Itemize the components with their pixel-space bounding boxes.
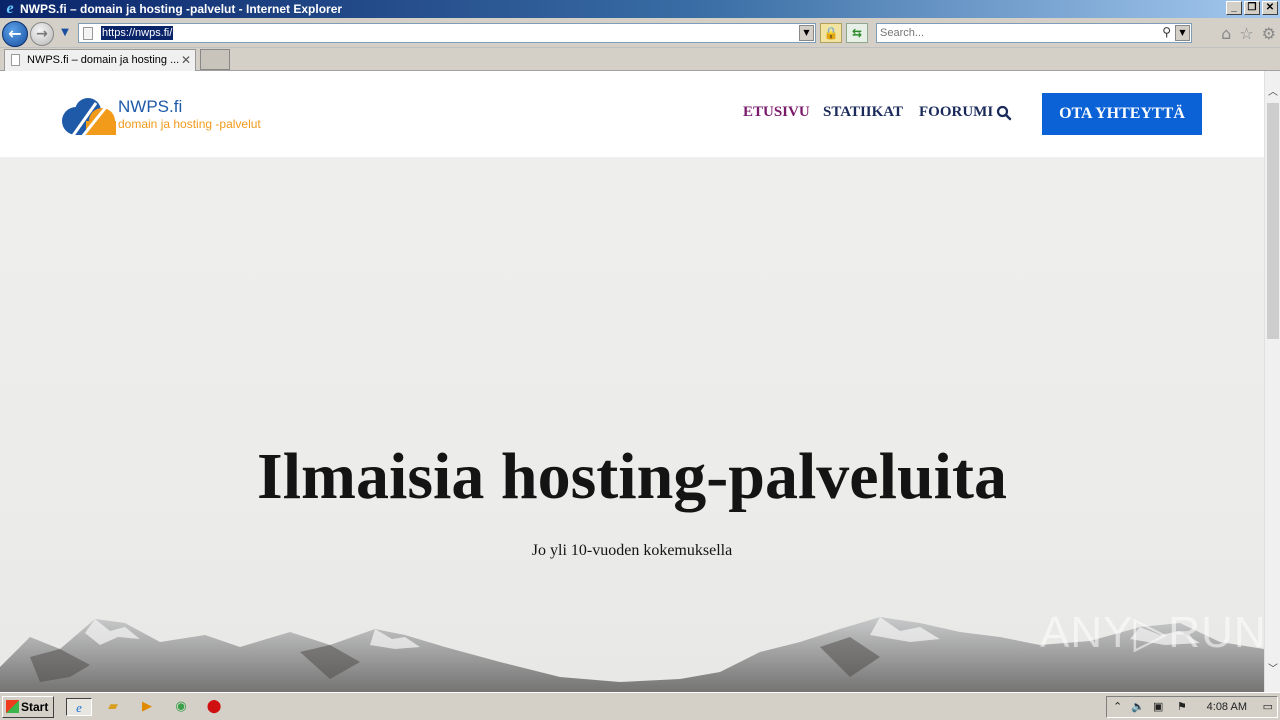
scrollbar-thumb[interactable]: [1267, 103, 1279, 339]
start-label: Start: [21, 700, 49, 714]
site-logo[interactable]: NWPS.fi domain ja hosting -palvelut: [62, 95, 282, 137]
window-title: NWPS.fi – domain ja hosting -palvelut - …: [20, 2, 343, 16]
media-player-icon[interactable]: ▶: [137, 698, 157, 716]
browser-tools: ⌂ ☆ ⚙: [1221, 24, 1276, 43]
restore-button[interactable]: ❐: [1244, 1, 1260, 15]
window-controls: _ ❐ ✕: [1226, 1, 1278, 15]
tab-close-icon[interactable]: ✕: [181, 50, 191, 70]
address-url[interactable]: https://nwps.fi/: [101, 26, 174, 40]
taskbar: Start e ▰ ▶ ◉ ⬤ ⌃ 🔈 ▣ ⚑ 4:08 AM ▭: [0, 692, 1280, 720]
tab-bar: NWPS.fi – domain ja hosting ... ✕: [0, 48, 1280, 71]
search-box[interactable]: ⚲ ▼: [876, 23, 1192, 43]
brand-tagline: domain ja hosting -palvelut: [118, 117, 261, 131]
vertical-scrollbar[interactable]: ︿ ﹀: [1264, 71, 1280, 692]
web-content: NWPS.fi domain ja hosting -palvelut ETUS…: [0, 71, 1264, 692]
nav-etusivu[interactable]: ETUSIVU: [743, 104, 810, 121]
window-titlebar: e NWPS.fi – domain ja hosting -palvelut …: [0, 0, 1280, 18]
internet-explorer-icon: e: [6, 0, 14, 17]
nav-foorumi[interactable]: FOORUMI: [919, 104, 993, 121]
brand-name: NWPS.fi: [118, 97, 183, 116]
start-button[interactable]: Start: [2, 696, 54, 718]
tab-nwps[interactable]: NWPS.fi – domain ja hosting ... ✕: [4, 49, 196, 71]
chevron-down-icon: ▼: [61, 27, 69, 38]
folder-icon[interactable]: ▰: [103, 698, 123, 716]
recent-pages-dropdown[interactable]: ▼: [58, 26, 72, 40]
page-icon: [11, 54, 20, 66]
refresh-button[interactable]: ⇆: [846, 23, 868, 43]
search-input[interactable]: [880, 26, 1150, 40]
minimize-button[interactable]: _: [1226, 1, 1242, 15]
scroll-up-icon[interactable]: ︿: [1265, 85, 1280, 101]
back-button[interactable]: ←: [2, 21, 28, 47]
arrow-left-icon: ←: [8, 24, 22, 43]
hero-section: Ilmaisia hosting-palveluita Jo yli 10-vu…: [0, 157, 1264, 692]
address-dropdown-button[interactable]: ▼: [799, 25, 814, 41]
site-header: NWPS.fi domain ja hosting -palvelut ETUS…: [0, 71, 1264, 157]
arrow-right-icon: →: [36, 26, 48, 42]
close-button[interactable]: ✕: [1262, 1, 1278, 15]
clock[interactable]: 4:08 AM: [1207, 701, 1247, 713]
favorites-star-icon[interactable]: ☆: [1239, 24, 1253, 43]
opera-icon[interactable]: ⬤: [204, 698, 224, 716]
search-dropdown-button[interactable]: ▼: [1175, 25, 1190, 41]
chrome-icon[interactable]: ◉: [171, 698, 191, 716]
hero-subtitle: Jo yli 10-vuoden kokemuksella: [531, 542, 733, 559]
hero-title: Ilmaisia hosting-palveluita: [257, 440, 1007, 513]
anyrun-watermark: ANY▷RUN: [1040, 608, 1264, 657]
windows-logo-icon: [6, 700, 19, 713]
new-tab-button[interactable]: [200, 49, 230, 70]
nav-statiikat[interactable]: STATIIKAT: [823, 104, 903, 121]
system-tray: ⌃ 🔈 ▣ ⚑ 4:08 AM ▭: [1106, 696, 1278, 718]
internet-explorer-taskbar-icon[interactable]: e: [66, 698, 92, 716]
scroll-down-icon[interactable]: ﹀: [1265, 662, 1280, 678]
show-desktop-icon[interactable]: ▭: [1263, 700, 1273, 713]
security-lock-button[interactable]: 🔒: [820, 23, 842, 43]
cloud-logo-icon: [62, 98, 116, 137]
contact-button[interactable]: OTA YHTEYTTÄ: [1042, 93, 1202, 135]
search-icon[interactable]: [996, 105, 1012, 121]
refresh-icon: ⇆: [851, 26, 863, 40]
tab-label: NWPS.fi – domain ja hosting ...: [27, 54, 180, 66]
lock-icon: 🔒: [823, 26, 839, 40]
gear-icon[interactable]: ⚙: [1262, 24, 1276, 43]
volume-icon[interactable]: 🔈: [1131, 700, 1145, 713]
forward-button[interactable]: →: [30, 22, 54, 46]
page-icon: [83, 27, 93, 40]
navigation-bar: ← → ▼ https://nwps.fi/ ▼ 🔒 ⇆ ⚲ ▼ ⌂ ☆ ⚙: [0, 18, 1280, 48]
tray-expand-icon[interactable]: ⌃: [1113, 700, 1122, 713]
home-icon[interactable]: ⌂: [1221, 24, 1231, 43]
network-icon[interactable]: ▣: [1153, 700, 1163, 713]
search-icon[interactable]: ⚲: [1162, 25, 1171, 39]
action-center-flag-icon[interactable]: ⚑: [1177, 700, 1187, 713]
address-bar[interactable]: https://nwps.fi/ ▼: [78, 23, 816, 43]
